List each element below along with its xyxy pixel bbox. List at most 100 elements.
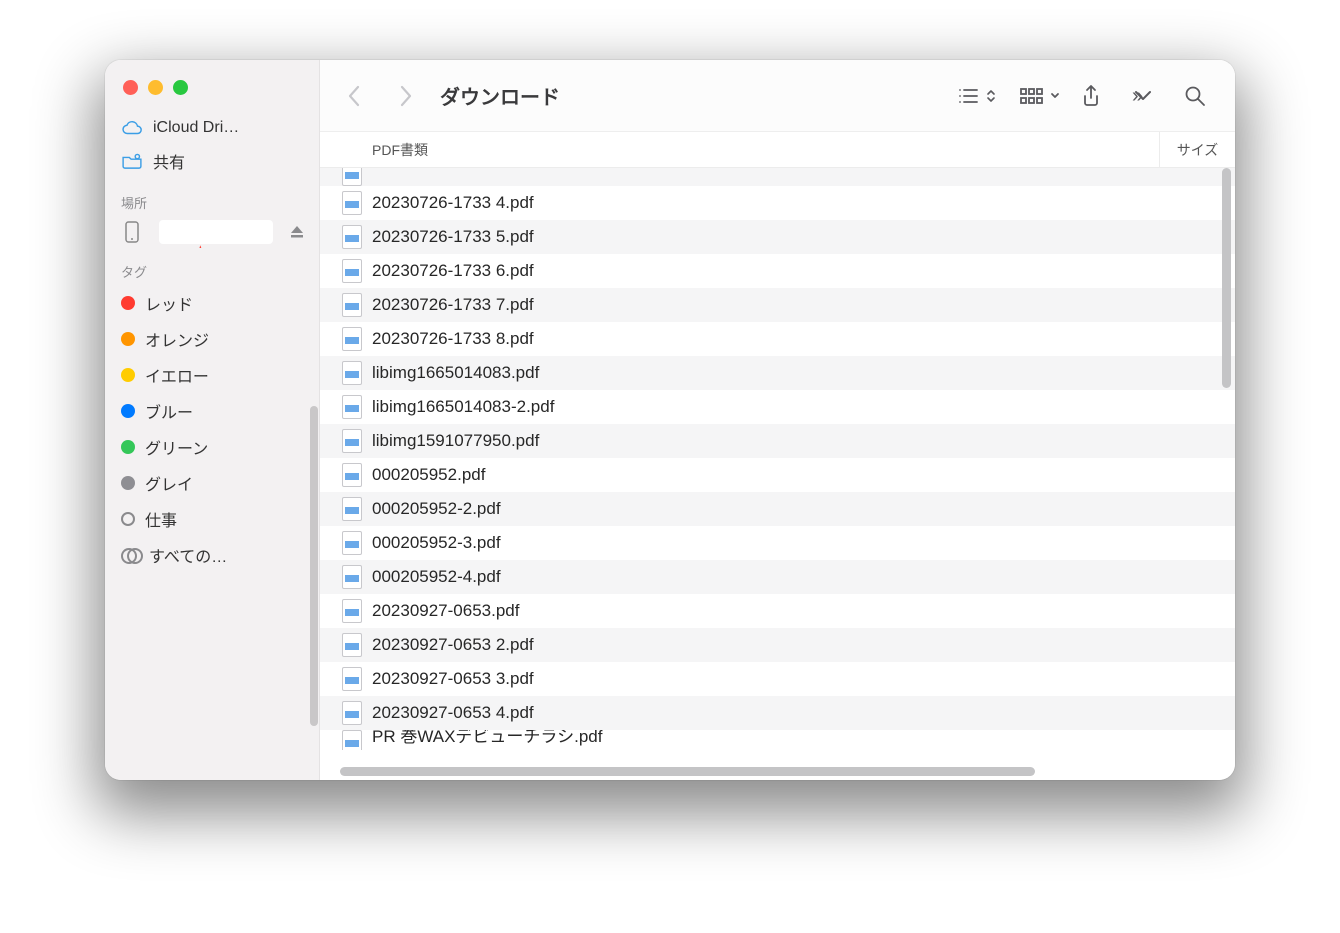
toolbar: ダウンロード »: [320, 60, 1235, 132]
tag-color-dot: [121, 440, 135, 454]
file-name: 20230927-0653 3.pdf: [372, 669, 534, 689]
shared-folder-icon: [121, 153, 143, 169]
file-name: 000205952-2.pdf: [372, 499, 501, 519]
pdf-file-icon: [342, 259, 362, 283]
file-list: 20230726-1733 4.pdf20230726-1733 5.pdf20…: [320, 168, 1235, 780]
pdf-file-icon: [342, 730, 362, 750]
main-pane: ダウンロード » PDF書類 サイズ 2023: [320, 60, 1235, 780]
file-row[interactable]: 20230726-1733 7.pdf: [320, 288, 1235, 322]
search-button[interactable]: [1173, 76, 1217, 116]
sidebar-item-label: グレイ: [145, 471, 193, 495]
file-row[interactable]: 20230927-0653 3.pdf: [320, 662, 1235, 696]
file-name: 000205952.pdf: [372, 465, 485, 485]
sidebar-item-label: レッド: [145, 291, 193, 315]
file-row[interactable]: 000205952-4.pdf: [320, 560, 1235, 594]
file-row[interactable]: libimg1665014083-2.pdf: [320, 390, 1235, 424]
device-name-blank: [159, 220, 273, 244]
file-name: 20230927-0653 2.pdf: [372, 635, 534, 655]
pdf-file-icon: [342, 497, 362, 521]
sidebar-tag-item[interactable]: レッド: [105, 285, 319, 321]
sidebar-item-label: 仕事: [145, 507, 177, 531]
finder-window: iCloud Dri… 共有 場所 ➤ タグ レッドオレンジイエローブルーグリー…: [105, 60, 1235, 780]
tag-color-dot: [121, 476, 135, 490]
file-row[interactable]: 20230726-1733 5.pdf: [320, 220, 1235, 254]
file-name: 20230927-0653.pdf: [372, 601, 519, 621]
file-row[interactable]: 20230726-1733 4.pdf: [320, 186, 1235, 220]
pdf-file-icon: [342, 667, 362, 691]
file-row[interactable]: PR 巻WAXデビューチラシ.pdf: [320, 730, 1235, 750]
file-row[interactable]: libimg1591077950.pdf: [320, 424, 1235, 458]
iphone-icon: [121, 221, 143, 243]
sidebar-tag-item[interactable]: ブルー: [105, 393, 319, 429]
file-row[interactable]: 000205952-3.pdf: [320, 526, 1235, 560]
file-row[interactable]: libimg1665014083.pdf: [320, 356, 1235, 390]
file-row[interactable]: 20230927-0653 4.pdf: [320, 696, 1235, 730]
pdf-file-icon: [342, 225, 362, 249]
sidebar-tag-item[interactable]: グリーン: [105, 429, 319, 465]
file-name: 20230726-1733 7.pdf: [372, 295, 534, 315]
file-row[interactable]: 20230726-1733 6.pdf: [320, 254, 1235, 288]
sidebar-item-label: オレンジ: [145, 327, 209, 351]
sidebar-tag-item[interactable]: オレンジ: [105, 321, 319, 357]
share-button[interactable]: [1069, 76, 1113, 116]
sidebar-section-locations: 場所: [105, 179, 319, 216]
pdf-file-icon: [342, 293, 362, 317]
sidebar-item-label: 共有: [153, 149, 185, 173]
pdf-file-icon: [342, 565, 362, 589]
tag-color-dot: [121, 296, 135, 310]
window-title: ダウンロード: [440, 81, 560, 110]
file-row[interactable]: 000205952-2.pdf: [320, 492, 1235, 526]
minimize-window-button[interactable]: [148, 80, 163, 95]
sidebar-item-label: グリーン: [145, 435, 208, 459]
close-window-button[interactable]: [123, 80, 138, 95]
file-row[interactable]: [320, 168, 1235, 186]
sidebar: iCloud Dri… 共有 場所 ➤ タグ レッドオレンジイエローブルーグリー…: [105, 60, 320, 780]
eject-icon[interactable]: [289, 224, 305, 240]
column-header-size[interactable]: サイズ: [1159, 132, 1235, 167]
pdf-file-icon: [342, 701, 362, 725]
vertical-scrollbar[interactable]: [1222, 168, 1231, 388]
file-row[interactable]: 20230726-1733 8.pdf: [320, 322, 1235, 356]
column-headers: PDF書類 サイズ: [320, 132, 1235, 168]
sidebar-scrollbar[interactable]: [310, 406, 318, 726]
chevron-updown-icon: [985, 86, 997, 106]
file-name: 20230927-0653 4.pdf: [372, 703, 534, 723]
file-row[interactable]: 20230927-0653 2.pdf: [320, 628, 1235, 662]
sidebar-tag-all[interactable]: すべての…: [105, 537, 319, 573]
sidebar-item-shared[interactable]: 共有: [105, 143, 319, 179]
sidebar-tag-item[interactable]: イエロー: [105, 357, 319, 393]
group-by-button[interactable]: [1019, 86, 1061, 106]
forward-button[interactable]: [384, 76, 428, 116]
view-mode-button[interactable]: [957, 86, 997, 106]
cloud-icon: [121, 120, 143, 136]
pdf-file-icon: [342, 531, 362, 555]
pdf-file-icon: [342, 168, 362, 186]
zoom-window-button[interactable]: [173, 80, 188, 95]
chevron-down-icon: [1049, 86, 1061, 106]
sidebar-item-label: ブルー: [145, 399, 193, 423]
horizontal-scrollbar[interactable]: [340, 767, 1035, 776]
overflow-button[interactable]: »: [1121, 76, 1165, 116]
file-name: libimg1591077950.pdf: [372, 431, 539, 451]
file-name: 20230726-1733 8.pdf: [372, 329, 534, 349]
file-name: 20230726-1733 4.pdf: [372, 193, 534, 213]
file-row[interactable]: 000205952.pdf: [320, 458, 1235, 492]
all-tags-icon: [121, 548, 139, 562]
back-button[interactable]: [332, 76, 376, 116]
file-name: 000205952-4.pdf: [372, 567, 501, 587]
pdf-file-icon: [342, 633, 362, 657]
file-name: PR 巻WAXデビューチラシ.pdf: [372, 730, 602, 747]
sidebar-item-icloud-drive[interactable]: iCloud Dri…: [105, 113, 319, 143]
sidebar-tag-item[interactable]: グレイ: [105, 465, 319, 501]
pdf-file-icon: [342, 463, 362, 487]
sidebar-item-label: iCloud Dri…: [153, 119, 239, 137]
file-name: libimg1665014083.pdf: [372, 363, 539, 383]
column-header-name[interactable]: PDF書類: [320, 140, 1159, 160]
file-row[interactable]: 20230927-0653.pdf: [320, 594, 1235, 628]
sidebar-item-label: イエロー: [145, 363, 209, 387]
pdf-file-icon: [342, 191, 362, 215]
tag-color-dot: [121, 404, 135, 418]
sidebar-tag-work[interactable]: 仕事: [105, 501, 319, 537]
sidebar-item-device[interactable]: ➤: [105, 216, 319, 248]
file-name: 000205952-3.pdf: [372, 533, 501, 553]
